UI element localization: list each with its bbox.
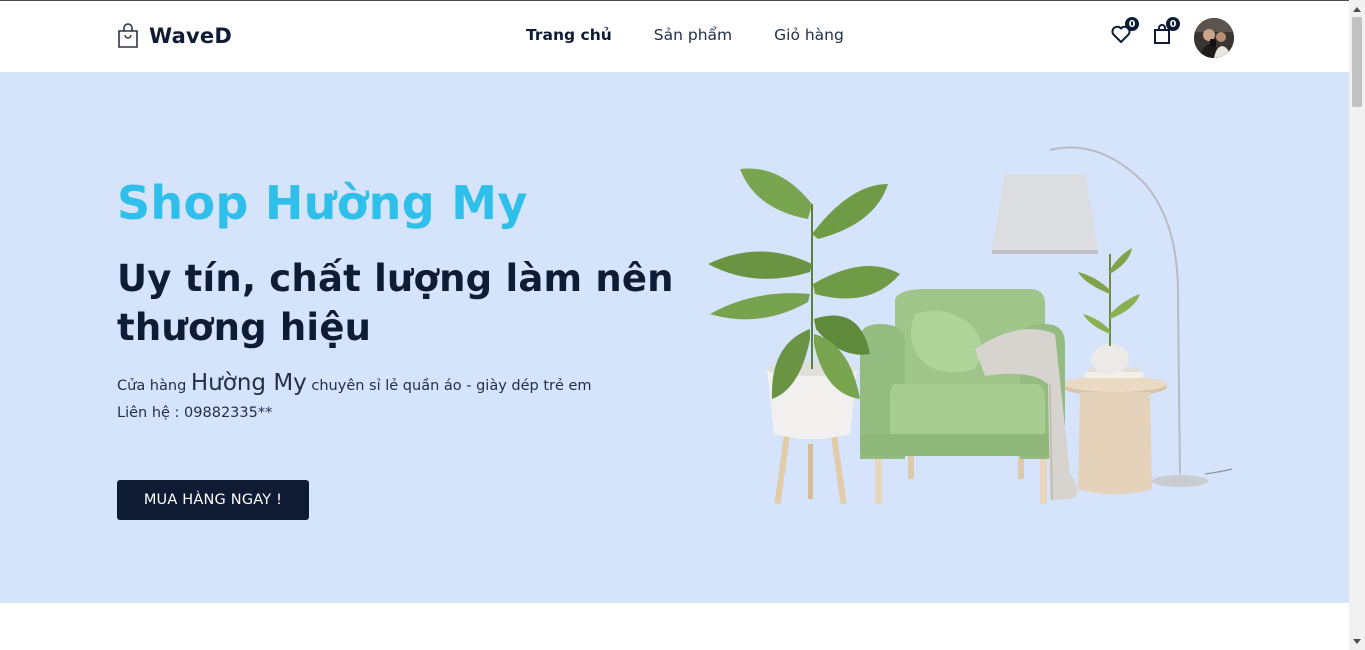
avatar-photo [1194,18,1234,58]
hero-desc-suffix: chuyên sỉ lẻ quần áo - giày dép trẻ em [306,378,592,394]
site-header: WaveD Trang chủ Sản phẩm Giỏ hàng 0 0 [0,2,1349,72]
hero-desc-highlight: Hường My [190,370,307,396]
scroll-up-arrow-icon[interactable] [1349,2,1365,16]
scrollbar-thumb[interactable] [1352,17,1362,107]
user-avatar[interactable] [1194,18,1234,58]
hero-desc-prefix: Cửa hàng [117,378,191,394]
shop-now-button[interactable]: MUA HÀNG NGAY ! [117,480,309,520]
main-nav: Trang chủ Sản phẩm Giỏ hàng [526,26,844,44]
hero-contact: Liên hệ : 09882335** [117,405,273,421]
logo-text: WaveD [149,24,232,48]
hero-title: Uy tín, chất lượng làm nên thương hiệu [117,257,674,349]
nav-cart[interactable]: Giỏ hàng [774,26,844,44]
shopping-bag-icon [118,23,138,48]
wishlist-button[interactable]: 0 [1110,17,1139,47]
logo-link[interactable]: WaveD [117,23,232,49]
header-actions: 0 0 [1110,16,1235,60]
nav-products[interactable]: Sản phẩm [654,26,732,44]
page: WaveD Trang chủ Sản phẩm Giỏ hàng 0 0 Sh… [0,0,1349,650]
page-scrollbar[interactable] [1349,0,1365,650]
hero-image [708,146,1233,505]
hero-banner: Shop Hường My Uy tín, chất lượng làm nên… [0,72,1349,603]
hero-description: Cửa hàng Hường My chuyên sỉ lẻ quần áo -… [117,370,592,396]
wishlist-count-badge: 0 [1125,17,1139,31]
scroll-down-arrow-icon[interactable] [1349,634,1365,648]
cart-button[interactable]: 0 [1151,17,1180,47]
hero-brand: Shop Hường My [117,176,528,230]
nav-home[interactable]: Trang chủ [526,26,612,44]
cart-count-badge: 0 [1166,17,1180,31]
